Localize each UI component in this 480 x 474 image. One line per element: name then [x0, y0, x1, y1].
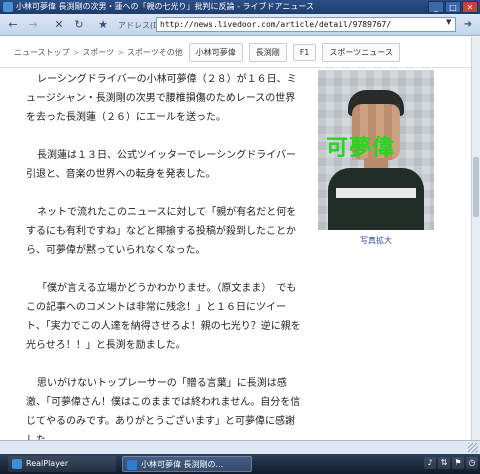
resize-grip-icon[interactable]	[468, 443, 478, 453]
chevron-down-icon[interactable]: ▼	[446, 18, 451, 26]
photo-enlarge-link[interactable]: 写真拡大	[318, 235, 434, 246]
tag-kamui-kobayashi[interactable]: 小林可夢偉	[188, 42, 243, 62]
page-content: ニューストップ > スポーツ > スポーツその他 小林可夢偉 長渕剛 F1 スポ…	[0, 37, 471, 440]
security-icon[interactable]: ⚑	[452, 457, 464, 469]
speaker-icon[interactable]: ♪	[424, 457, 436, 469]
system-tray: ♪ ⇅ ⚑ ◷	[424, 457, 478, 471]
window-controls: _ □ ✕	[428, 1, 478, 13]
breadcrumb: ニューストップ > スポーツ > スポーツその他 小林可夢偉 長渕剛 F1 スポ…	[14, 41, 400, 63]
window-titlebar: 小林可夢偉 長渕剛の次男・蓮への「親の七光り」批判に反論 - ライブドアニュース…	[0, 0, 480, 14]
article-paragraph: レーシングドライバーの小林可夢偉（２８）が１６日、ミュージシャン・長渕剛の次男で…	[26, 74, 297, 123]
taskbar-item-label: RealPlayer	[26, 459, 69, 468]
divider	[0, 67, 471, 68]
taskbar: RealPlayer 小林可夢偉 長渕剛の... ♪ ⇅ ⚑ ◷	[0, 454, 480, 474]
article-paragraph: 長渕蓮は１３日、公式ツイッターでレーシングドライバー引退と、音楽の世界への転身を…	[26, 150, 296, 180]
network-icon[interactable]: ⇅	[438, 457, 450, 469]
breadcrumb-separator: >	[117, 47, 124, 57]
tag-sports-news[interactable]: スポーツニュース	[322, 42, 400, 62]
photo-overlay-text: 可夢偉	[326, 136, 396, 161]
article-paragraph: 「僕が言える立場かどうかわかりませ。（原文まま） でもこの記事へのコメントは非常…	[26, 283, 301, 351]
browser-icon	[127, 460, 137, 470]
go-icon[interactable]: ➜	[461, 18, 475, 32]
status-bar	[0, 440, 480, 454]
close-icon[interactable]: ✕	[52, 18, 66, 32]
forward-icon[interactable]: →	[26, 18, 40, 32]
realplayer-icon	[12, 459, 22, 469]
taskbar-item-realplayer[interactable]: RealPlayer	[8, 456, 116, 472]
scrollbar-thumb[interactable]	[473, 157, 479, 217]
back-icon[interactable]: ←	[6, 18, 20, 32]
refresh-icon[interactable]: ↻	[72, 18, 86, 32]
close-window-button[interactable]: ✕	[462, 1, 478, 13]
vertical-scrollbar[interactable]	[471, 37, 480, 440]
tag-nagabuchi[interactable]: 長渕剛	[248, 42, 287, 62]
article-paragraph: ネットで流れたこのニュースに対して「親が有名だと何をするにも有利ですね」などと揶…	[26, 207, 297, 256]
taskbar-item-browser[interactable]: 小林可夢偉 長渕剛の...	[122, 456, 252, 472]
breadcrumb-item-sports-other[interactable]: スポーツその他	[127, 47, 183, 58]
window-title: 小林可夢偉 長渕剛の次男・蓮への「親の七光り」批判に反論 - ライブドアニュース	[16, 2, 314, 11]
article-body: レーシングドライバーの小林可夢偉（２８）が１６日、ミュージシャン・長渕剛の次男で…	[26, 70, 302, 440]
taskbar-item-label: 小林可夢偉 長渕剛の...	[141, 460, 224, 469]
photo-body	[328, 168, 424, 230]
article-photo[interactable]: 可夢偉	[318, 70, 434, 230]
breadcrumb-separator: >	[72, 47, 80, 57]
star-icon[interactable]: ★	[96, 18, 110, 32]
clock-icon[interactable]: ◷	[466, 457, 478, 469]
photo-shirt-stripe	[336, 188, 416, 198]
tag-f1[interactable]: F1	[292, 43, 317, 61]
breadcrumb-item-sports[interactable]: スポーツ	[82, 47, 114, 58]
maximize-button[interactable]: □	[445, 1, 461, 13]
minimize-button[interactable]: _	[428, 1, 444, 13]
browser-toolbar: ← → ✕ ↻ ★ アドレス(D) http://news.livedoor.c…	[0, 14, 480, 36]
address-bar[interactable]: http://news.livedoor.com/article/detail/…	[156, 17, 456, 32]
article-paragraph: 思いがけないトップレーサーの「贈る言葉」に長渕は感激、「可夢偉さん！僕はこのまま…	[26, 378, 301, 440]
breadcrumb-item-top[interactable]: ニューストップ	[14, 47, 70, 58]
browser-app-icon	[3, 2, 13, 12]
